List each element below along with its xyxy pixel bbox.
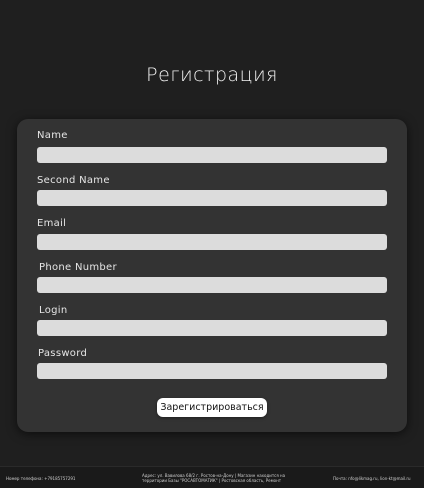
email-input[interactable] [37,234,387,250]
second-name-input[interactable] [37,190,387,206]
password-label: Password [38,348,88,359]
name-input[interactable] [37,147,387,163]
footer-address: Адрес: ул. Вавилова 68/2 г. Ростов-на-До… [142,473,286,483]
phone-number-label: Phone Number [39,262,117,273]
footer-phone: Номер телефона: +79185757291 [6,476,76,481]
registration-page: Регистрация Name Second Name Email Phone… [0,0,424,488]
footer: Номер телефона: +79185757291 Адрес: ул. … [0,466,424,488]
register-button[interactable]: Зарегистрироваться [157,398,267,417]
phone-number-input[interactable] [37,277,387,293]
login-input[interactable] [37,320,387,336]
second-name-label: Second Name [37,175,110,186]
page-title: Регистрация [146,64,278,86]
footer-email: Почта: nfo@likmag.ru, lion-kt@mail.ru [333,476,411,481]
name-label: Name [37,130,68,141]
registration-form: Name Second Name Email Phone Number Logi… [17,119,407,432]
login-label: Login [39,305,68,316]
email-label: Email [37,218,67,229]
password-input[interactable] [37,363,387,379]
